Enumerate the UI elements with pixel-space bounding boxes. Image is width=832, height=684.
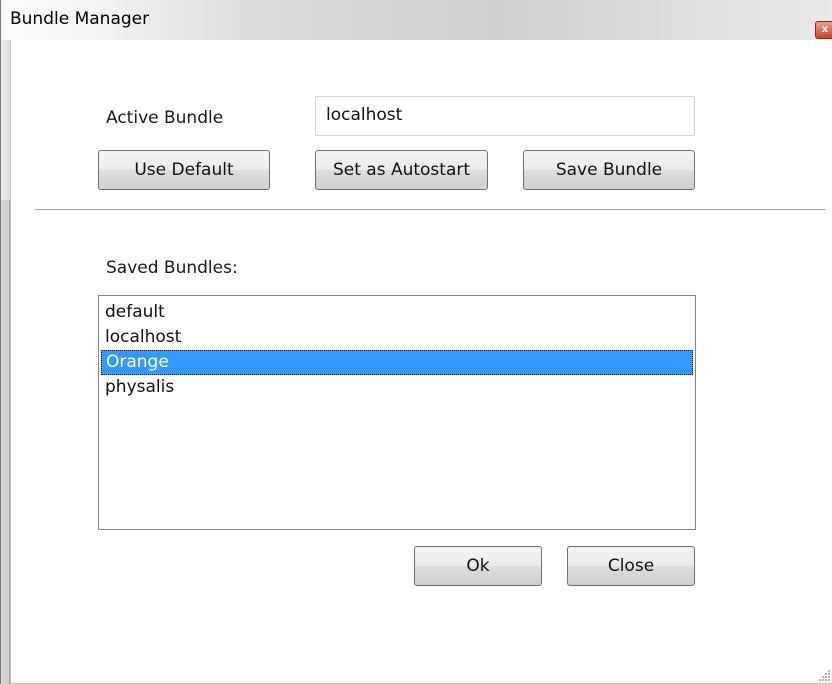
list-item-physalis[interactable]: physalis (101, 375, 693, 400)
window-title: Bundle Manager (10, 9, 150, 29)
active-bundle-label: Active Bundle (106, 108, 224, 128)
use-default-button[interactable]: Use Default (98, 150, 270, 190)
bundle-manager-window: Bundle Manager x Active Bundle localhost… (0, 0, 832, 684)
list-item-orange-selected[interactable]: Orange (101, 350, 693, 375)
saved-bundles-label: Saved Bundles: (106, 258, 238, 278)
close-button[interactable]: Close (567, 546, 695, 586)
active-bundle-input[interactable]: localhost (315, 96, 695, 136)
window-frame-left (1, 200, 10, 684)
separator-line (35, 209, 825, 210)
ok-button[interactable]: Ok (414, 546, 542, 586)
saved-bundles-list[interactable]: default localhost Orange physalis (98, 295, 696, 530)
close-window-button[interactable]: x (815, 21, 832, 39)
close-icon: x (821, 24, 829, 35)
title-bar[interactable]: Bundle Manager (1, 0, 832, 40)
set-as-autostart-button[interactable]: Set as Autostart (315, 150, 488, 190)
save-bundle-button[interactable]: Save Bundle (523, 150, 695, 190)
resize-grip[interactable] (819, 670, 831, 682)
list-item-localhost[interactable]: localhost (101, 325, 693, 350)
window-frame-left-top (1, 40, 10, 200)
list-item-default[interactable]: default (101, 300, 693, 325)
